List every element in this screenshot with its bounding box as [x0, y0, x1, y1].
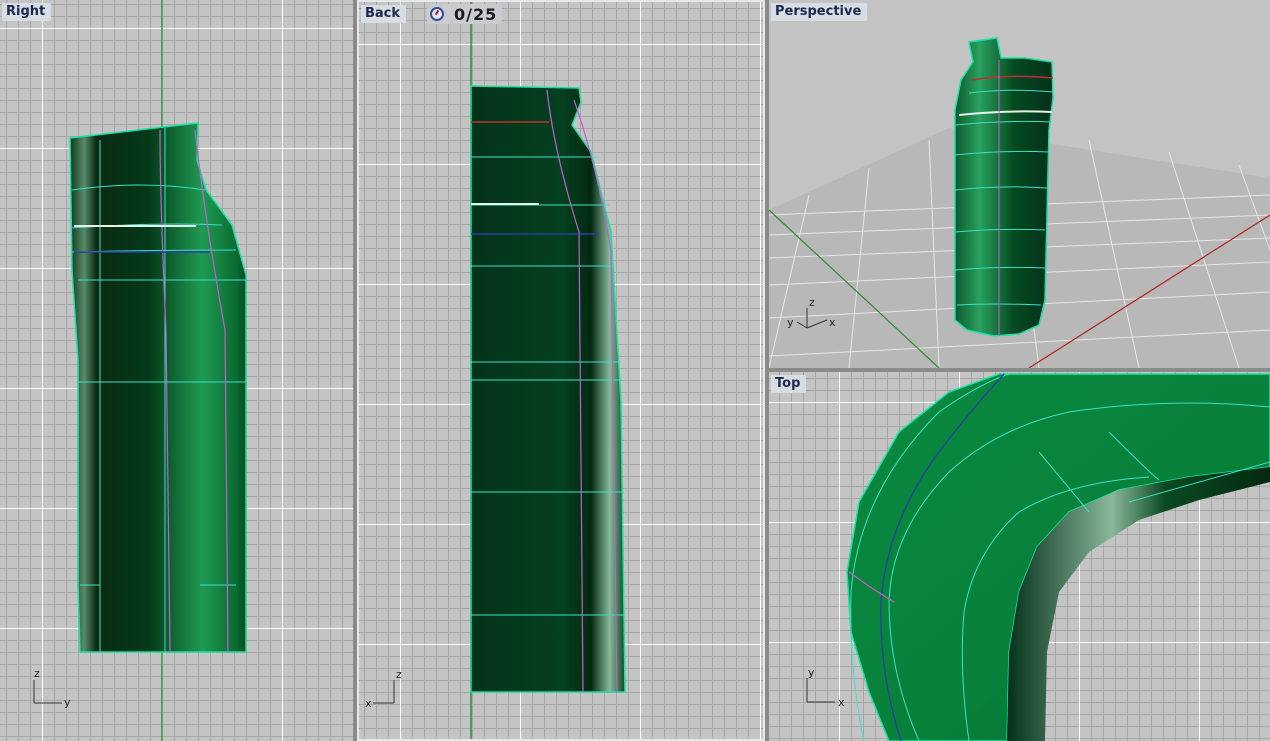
frame-counter[interactable]: 0/25: [427, 4, 503, 24]
bottle-model: [69, 122, 247, 653]
viewport-right[interactable]: Right z y: [0, 0, 353, 741]
back-view-canvas: [373, 2, 626, 739]
bottle-model: [470, 85, 626, 693]
axis-gizmo: [33, 680, 62, 704]
axis-gizmo: [373, 680, 395, 704]
viewport-perspective[interactable]: Perspective z x y: [769, 0, 1270, 368]
perspective-canvas: [769, 37, 1270, 368]
frame-counter-value: 0/25: [454, 4, 498, 24]
axis-gizmo: [806, 678, 835, 703]
viewport-title[interactable]: Top: [771, 375, 807, 393]
viewport-back[interactable]: Back 0/25 z x: [357, 0, 765, 741]
viewport-title[interactable]: Right: [2, 3, 52, 21]
clock-icon: [430, 7, 444, 21]
right-view-canvas: [33, 0, 247, 741]
viewport-top[interactable]: Top y x: [769, 372, 1270, 741]
top-view-canvas: [806, 373, 1270, 741]
viewport-title[interactable]: Back: [361, 5, 407, 23]
viewport-title[interactable]: Perspective: [771, 3, 868, 21]
